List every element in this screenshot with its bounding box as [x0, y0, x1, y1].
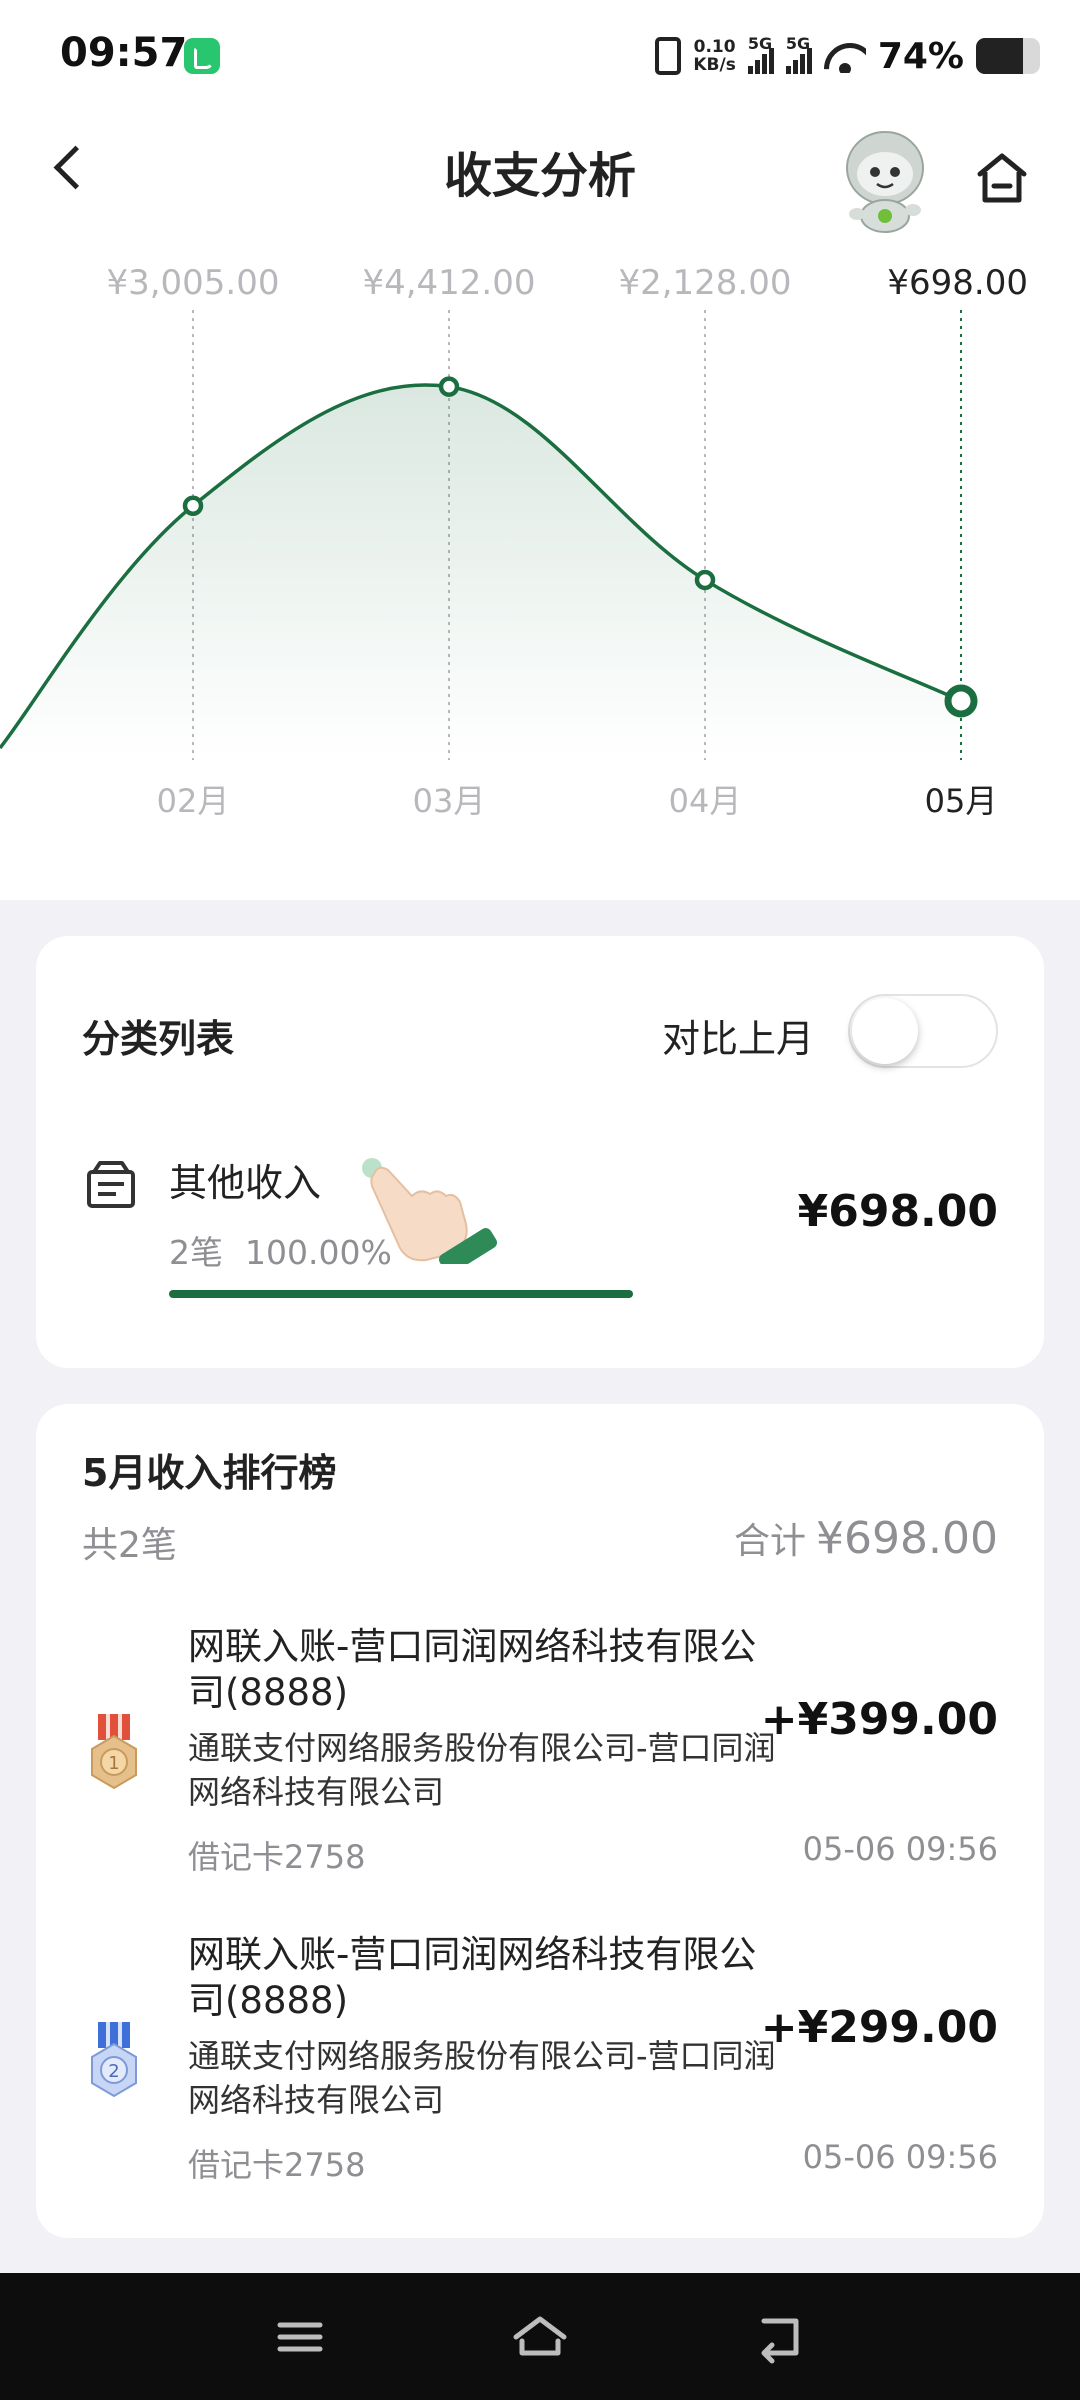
income-ranking-card: 5月收入排行榜 共2笔 合计 ¥698.00 1 网联入账-营口同润网络科技有限公…: [36, 1404, 1044, 2238]
chart-x-tick-label[interactable]: 03月: [413, 782, 486, 820]
network-speed-unit: KB/s: [693, 55, 736, 75]
ranking-item-card: 借记卡2758: [188, 1838, 366, 1876]
medal-2-icon: 2: [91, 2022, 137, 2098]
svg-text:2: 2: [108, 2061, 119, 2082]
network-speed: 0.10 KB/s: [693, 38, 735, 74]
category-list-title: 分类列表: [82, 1017, 235, 1061]
header: 收支分析: [0, 110, 1080, 233]
ranking-item-1[interactable]: 1 网联入账-营口同润网络科技有限公司(8888) 通联支付网络服务股份有限公司…: [36, 1624, 1044, 1884]
income-trend-chart[interactable]: ¥3,005.00 ¥4,412.00 ¥2,128.00 ¥698.00 02月 03…: [0, 260, 1080, 844]
system-back-icon[interactable]: [750, 2307, 810, 2367]
network-type-2: 5G: [785, 34, 811, 53]
battery-icon: [976, 38, 1040, 74]
chart-area-fill: [0, 384, 961, 760]
chart-point[interactable]: [438, 376, 460, 397]
category-amount: ¥698.00: [797, 1186, 998, 1237]
status-icons: 0.10 KB/s 5G 5G 74%: [655, 28, 1040, 84]
network-speed-value: 0.10: [693, 37, 736, 57]
ranking-item-time: 05-06 09:56: [802, 2138, 998, 2176]
chart-point[interactable]: [182, 495, 204, 516]
ranking-item-time: 05-06 09:56: [802, 1830, 998, 1868]
ranking-item-counterparty: 通联支付网络服务股份有限公司-营口同润网络科技有限公司: [188, 2037, 776, 2119]
ranking-item-counterparty: 通联支付网络服务股份有限公司-营口同润网络科技有限公司: [188, 1729, 776, 1811]
wechat-notification-icon: [184, 38, 220, 74]
battery-percent: 74%: [877, 35, 964, 77]
category-progress-track: [169, 1290, 633, 1298]
category-count: 2笔: [169, 1233, 223, 1272]
svg-text:1: 1: [108, 1753, 119, 1774]
ranking-item-name: 网联入账-营口同润网络科技有限公司(8888): [188, 1933, 757, 2022]
battery-fill: [976, 38, 1024, 74]
tap-hint-hand-icon: [362, 1158, 498, 1264]
chart-x-tick-label[interactable]: 02月: [157, 782, 230, 820]
chart-value-label: ¥698.00: [887, 263, 1028, 303]
astronaut-mascot-icon[interactable]: [835, 124, 935, 234]
ranking-total-amount: ¥698.00: [816, 1513, 998, 1564]
chart-point[interactable]: [944, 684, 978, 718]
home-icon[interactable]: [972, 148, 1032, 208]
ranking-total-label: 合计: [734, 1521, 807, 1562]
medal-1-icon: 1: [91, 1714, 137, 1790]
chart-x-tick-label[interactable]: 05月: [925, 782, 998, 820]
ranking-item-2[interactable]: 2 网联入账-营口同润网络科技有限公司(8888) 通联支付网络服务股份有限公司…: [36, 1932, 1044, 2192]
network-type-1: 5G: [747, 34, 773, 53]
category-list-card: 分类列表 对比上月 其他收入 2笔 100.00% ¥698.00: [36, 936, 1044, 1368]
system-navigation-bar: [0, 2273, 1080, 2400]
ranking-item-amount: +¥299.00: [760, 2002, 998, 2053]
category-progress-bar: [169, 1290, 633, 1298]
system-home-icon[interactable]: [510, 2307, 570, 2367]
income-trend-svg[interactable]: ¥3,005.00 ¥4,412.00 ¥2,128.00 ¥698.00 02月 03…: [0, 260, 1080, 840]
ranking-item-name: 网联入账-营口同润网络科技有限公司(8888): [188, 1625, 757, 1714]
ranking-item-amount: +¥399.00: [760, 1694, 998, 1745]
chart-x-tick-label[interactable]: 04月: [669, 782, 742, 820]
chart-value-label: ¥3,005.00: [106, 263, 279, 303]
signal-icon-1: 5G: [747, 34, 774, 74]
category-name: 其他收入: [169, 1161, 322, 1205]
status-bar: 09:57 0.10 KB/s 5G 5G 74%: [0, 0, 1080, 110]
compare-last-month-toggle[interactable]: [848, 994, 998, 1068]
ranking-count: 共2笔: [82, 1525, 177, 1566]
wifi-icon: [824, 39, 866, 73]
menu-icon[interactable]: [270, 2307, 330, 2367]
ranking-title: 5月收入排行榜: [82, 1451, 337, 1495]
ranking-total: 合计 ¥698.00: [734, 1512, 998, 1564]
chart-point[interactable]: [694, 569, 716, 591]
compare-last-month-label: 对比上月: [661, 1017, 814, 1061]
toggle-knob: [852, 998, 918, 1064]
chart-value-label: ¥2,128.00: [618, 263, 791, 303]
status-time: 09:57: [60, 30, 188, 76]
signal-icon-2: 5G: [785, 34, 812, 74]
chart-value-label: ¥4,412.00: [362, 263, 535, 303]
vibrate-icon: [655, 37, 682, 75]
ranking-item-card: 借记卡2758: [188, 2146, 366, 2184]
other-income-icon: [87, 1161, 135, 1208]
